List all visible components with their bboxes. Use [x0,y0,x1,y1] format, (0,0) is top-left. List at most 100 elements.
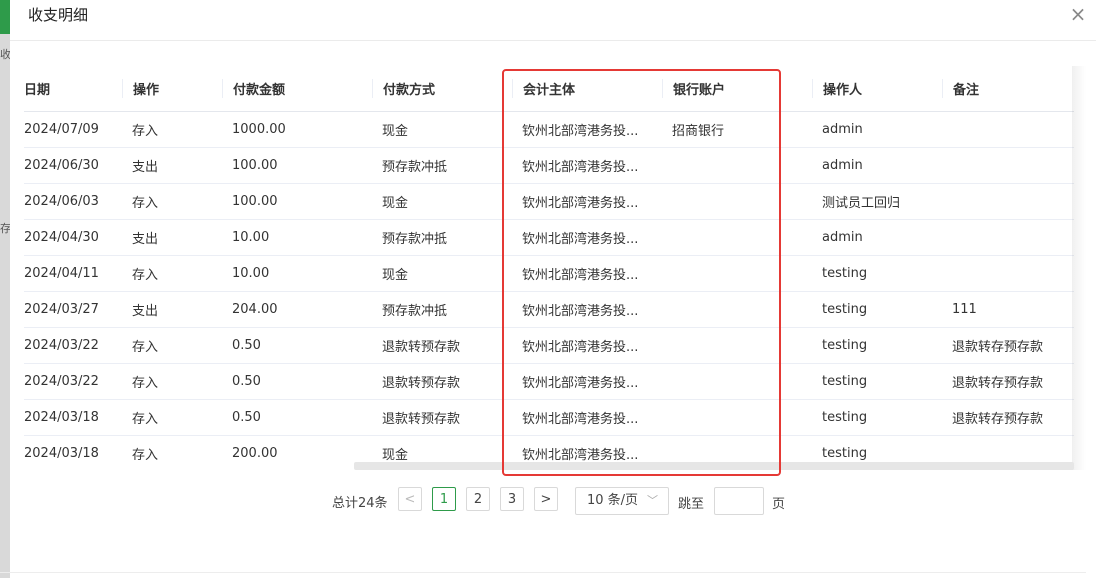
close-icon[interactable]: × [1068,4,1088,24]
column-header-label: 备注 [942,79,1074,98]
table-cell [662,327,802,364]
table-cell [802,147,812,184]
background-page-strip: 收款 存款 [0,0,10,578]
table-cell: 2024/03/27 [24,291,122,328]
column-header-label: 操作 [122,79,222,98]
table-cell: 现金 [372,111,512,148]
table-cell [942,183,1074,220]
table-cell: 支出 [122,147,222,184]
modal-footer-divider [0,572,1086,573]
table-cell: 钦州北部湾港务投... [512,327,662,364]
chevron-down-icon: ﹀ [647,494,658,507]
table-cell: admin [812,147,942,184]
table-cell: testing [812,363,942,400]
table-cell: admin [812,111,942,148]
table-cell [662,363,802,400]
detail-table: 日期 操作 付款金额 付款方式 会计主体 银行账户 操作人 备注 2024/07/09 存入 10… [24,66,1074,470]
table-cell: 退款转存预存款 [942,327,1074,364]
modal-header: 收支明细 × [10,0,1096,41]
page-size-select[interactable]: 10 条/页 ﹀ [575,487,669,515]
column-header: 银行账户 [662,66,802,112]
background-green-bar [0,0,10,34]
table-cell [942,147,1074,184]
table-cell [802,363,812,400]
table-cell: testing [812,399,942,436]
column-header-label: 付款方式 [372,79,512,98]
table-cell [942,111,1074,148]
table-row[interactable]: 2024/06/03 存入 100.00 现金 钦州北部湾港务投... 测试员工回归 [24,183,1074,220]
table-cell [662,147,802,184]
table-cell [662,255,802,292]
table-cell: 支出 [122,291,222,328]
page-button-1[interactable]: 1 [432,487,456,511]
table-cell: 2024/06/03 [24,183,122,220]
table-cell: 支出 [122,219,222,256]
table-cell: 2024/03/18 [24,435,122,470]
next-page-button[interactable]: > [534,487,558,511]
table-cell [802,183,812,220]
table-row[interactable]: 2024/03/18 存入 0.50 退款转预存款 钦州北部湾港务投... testing… [24,399,1074,436]
table-cell: 0.50 [222,399,372,436]
table-cell: 2024/07/09 [24,111,122,148]
table-cell [942,255,1074,292]
table-row[interactable]: 2024/06/30 支出 100.00 预存款冲抵 钦州北部湾港务投... admin [24,147,1074,184]
table-cell: 2024/03/18 [24,399,122,436]
table-cell: 退款转预存款 [372,363,512,400]
table-row[interactable]: 2024/07/09 存入 1000.00 现金 钦州北部湾港务投... 招商银行 admi… [24,111,1074,148]
table-cell: 存入 [122,435,222,470]
column-header: 操作 [122,66,222,112]
table-cell: 钦州北部湾港务投... [512,399,662,436]
table-cell: admin [812,219,942,256]
table-cell [802,291,812,328]
table-cell: 存入 [122,255,222,292]
table-cell: 退款转存预存款 [942,399,1074,436]
page-unit-label: 页 [772,497,786,512]
table-cell: 100.00 [222,183,372,220]
table-cell: 2024/03/22 [24,327,122,364]
table-cell: 111 [942,291,1074,328]
table-cell: 10.00 [222,255,372,292]
table-cell: 2024/04/30 [24,219,122,256]
table-cell: 204.00 [222,291,372,328]
table-row[interactable]: 2024/03/27 支出 204.00 预存款冲抵 钦州北部湾港务投... testin… [24,291,1074,328]
table-cell [662,183,802,220]
table-cell: 200.00 [222,435,372,470]
background-text-fragment: 收款 [0,48,10,61]
column-header: 会计主体 [512,66,662,112]
table-cell: 钦州北部湾港务投... [512,111,662,148]
table-cell [802,111,812,148]
table-cell: testing [812,255,942,292]
table-row[interactable]: 2024/03/22 存入 0.50 退款转预存款 钦州北部湾港务投... testing… [24,363,1074,400]
jump-page-input[interactable] [714,487,764,515]
table-row[interactable]: 2024/04/30 支出 10.00 预存款冲抵 钦州北部湾港务投... admin [24,219,1074,256]
page-button-2[interactable]: 2 [466,487,490,511]
table-cell: 2024/06/30 [24,147,122,184]
table-fixed-column-shadow [1072,66,1086,470]
jump-label: 跳至 [678,497,705,512]
column-header-label: 银行账户 [662,79,802,98]
table-cell: 钦州北部湾港务投... [512,147,662,184]
table-cell [802,327,812,364]
table-cell: 2024/04/11 [24,255,122,292]
table-cell: 1000.00 [222,111,372,148]
table-cell: testing [812,291,942,328]
table-cell: 钦州北部湾港务投... [512,291,662,328]
table-cell: 100.00 [222,147,372,184]
table-cell: 存入 [122,363,222,400]
page-button-3[interactable]: 3 [500,487,524,511]
modal-title: 收支明细 [28,6,89,24]
table-row[interactable]: 2024/03/22 存入 0.50 退款转预存款 钦州北部湾港务投... testing… [24,327,1074,364]
prev-page-button[interactable]: < [398,487,422,511]
table-cell: 预存款冲抵 [372,219,512,256]
table-cell: 0.50 [222,363,372,400]
background-text-fragment: 存款 [0,222,10,235]
table-cell: testing [812,327,942,364]
table-cell: 预存款冲抵 [372,291,512,328]
table-cell: 退款转存预存款 [942,363,1074,400]
table-cell: 10.00 [222,219,372,256]
table-cell [662,219,802,256]
horizontal-scrollbar[interactable] [354,462,1074,470]
page-size-value: 10 条/页 [587,493,639,508]
table-cell: 钦州北部湾港务投... [512,183,662,220]
table-row[interactable]: 2024/04/11 存入 10.00 现金 钦州北部湾港务投... testing [24,255,1074,292]
